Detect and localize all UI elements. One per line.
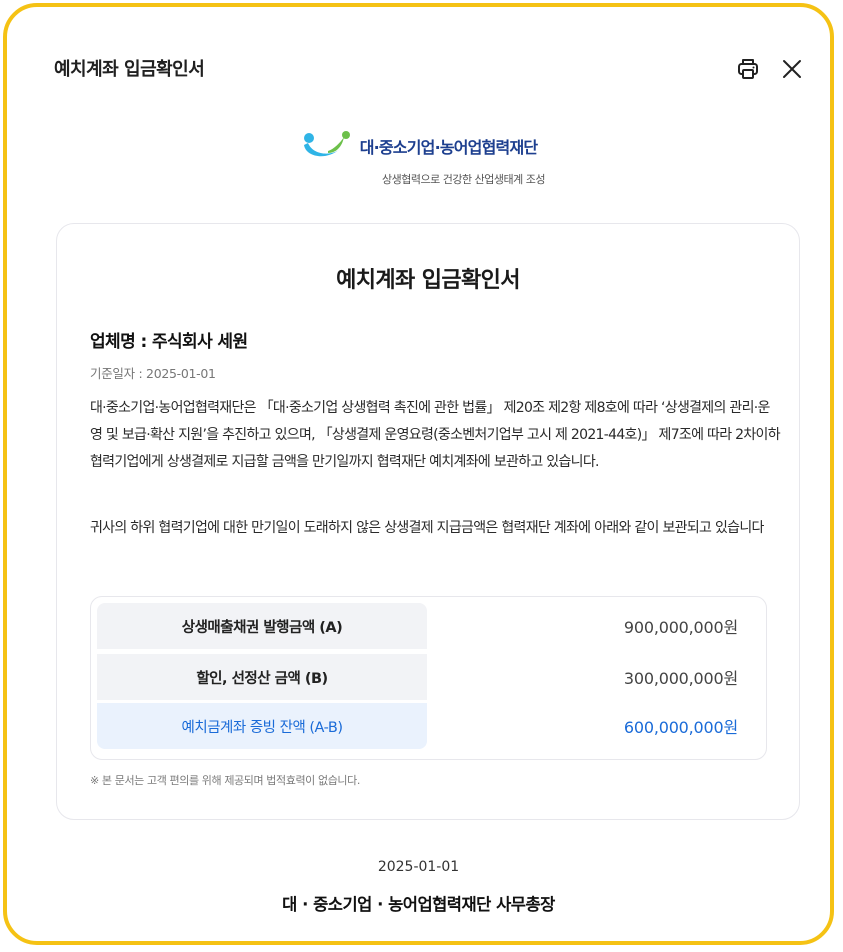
amount-value: 900,000,000원 xyxy=(623,618,738,637)
close-button[interactable] xyxy=(778,55,806,83)
issue-date: 2025-01-01 xyxy=(377,859,460,875)
company-name: 업체명 : 주식회사 세원 xyxy=(90,332,248,352)
amount-row-balance: 예치금계좌 증빙 잔액 (A-B) 600,000,000원 xyxy=(97,703,760,749)
document-paragraph-1: 대·중소기업·농어업협력재단은 「대·중소기업 상생협력 촉진에 관한 법률」 … xyxy=(90,400,781,470)
modal-title: 예치계좌 입금확인서 xyxy=(54,59,205,80)
foundation-logo-mark xyxy=(303,131,350,157)
amount-table: 상생매출채권 발행금액 (A) 900,000,000원 할인, 선정산 금액 … xyxy=(90,596,767,760)
modal-header: 예치계좌 입금확인서 xyxy=(7,49,830,89)
amount-value: 300,000,000원 xyxy=(623,669,738,688)
close-icon xyxy=(783,60,801,78)
amount-row-issued: 상생매출채권 발행금액 (A) 900,000,000원 xyxy=(97,603,760,649)
signatory: 대 · 중소기업 · 농어업협력재단 사무총장 xyxy=(282,895,555,914)
amount-row-discount: 할인, 선정산 금액 (B) 300,000,000원 xyxy=(97,654,760,700)
document-title: 예치계좌 입금확인서 xyxy=(336,268,520,293)
foundation-slogan: 상생협력으로 건강한 산업생태계 조성 xyxy=(382,173,545,186)
printer-icon xyxy=(738,59,758,79)
confirmation-modal: 예치계좌 입금확인서 대·중소기업·농어업협력재단 상생협력으로 건강한 산업생… xyxy=(3,3,834,945)
amount-label: 예치금계좌 증빙 잔액 (A-B) xyxy=(97,703,427,749)
document-paragraph-2: 귀사의 하위 협력기업에 대한 만기일이 도래하지 않은 상생결제 지급금액은 … xyxy=(90,520,764,536)
amount-label: 상생매출채권 발행금액 (A) xyxy=(97,603,427,649)
foundation-logo: 대·중소기업·농어업협력재단 상생협력으로 건강한 산업생태계 조성 xyxy=(7,129,830,187)
legal-notice: ※ 본 문서는 고객 편의를 위해 제공되며 법적효력이 없습니다. xyxy=(90,774,360,787)
print-button[interactable] xyxy=(734,55,762,83)
foundation-name: 대·중소기업·농어업협력재단 xyxy=(359,138,538,157)
amount-label: 할인, 선정산 금액 (B) xyxy=(97,654,427,700)
amount-value: 600,000,000원 xyxy=(623,718,738,737)
document-card: 예치계좌 입금확인서 업체명 : 주식회사 세원 기준일자 : 2025-01-… xyxy=(56,223,800,820)
base-date: 기준일자 : 2025-01-01 xyxy=(90,366,216,381)
